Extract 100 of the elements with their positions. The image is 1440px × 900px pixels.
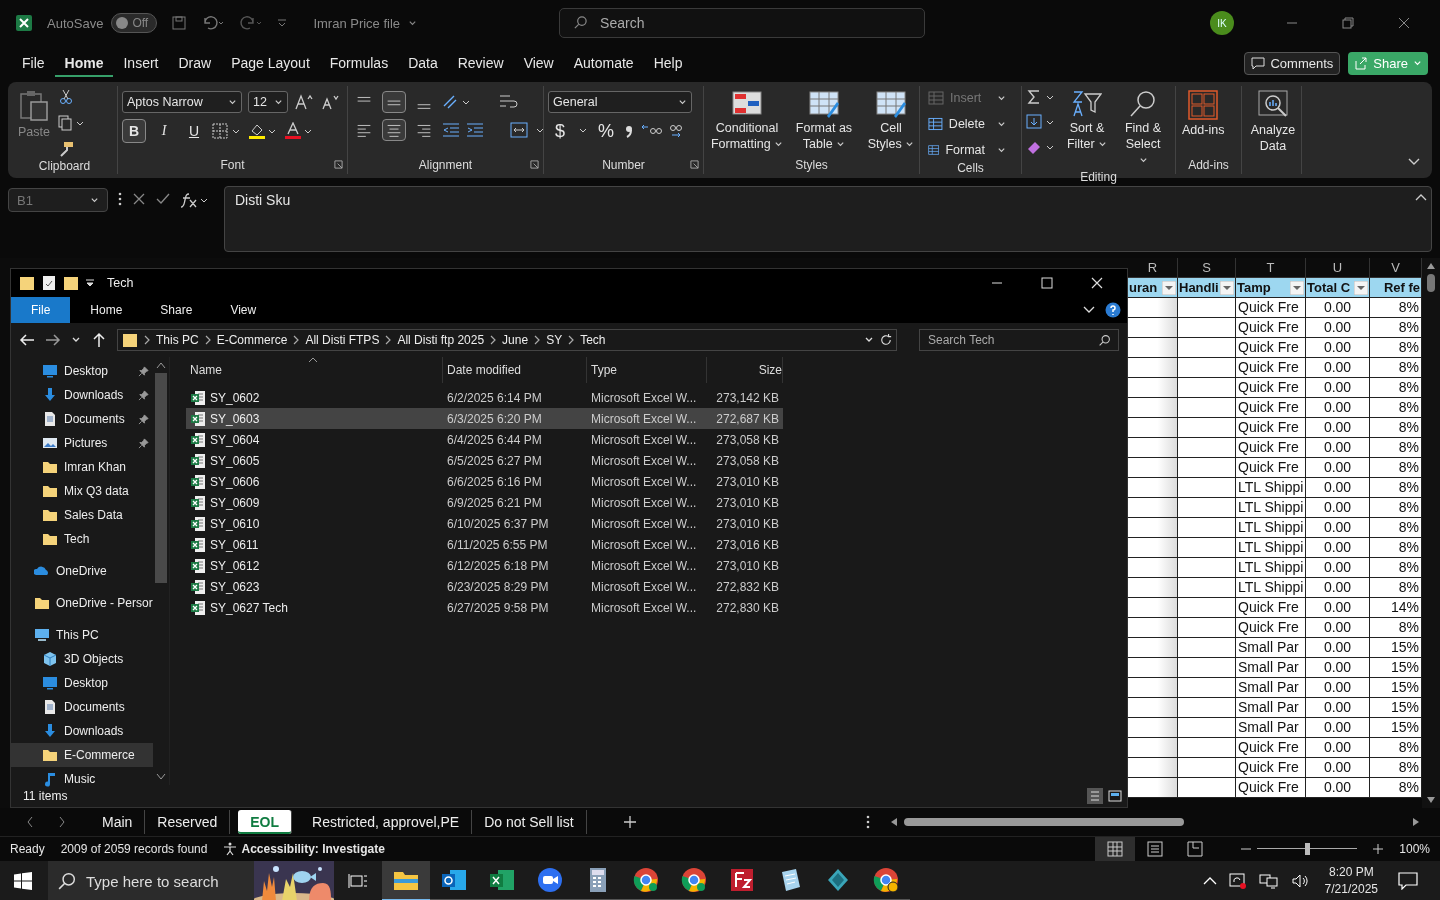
grow-font-icon[interactable] [294, 94, 314, 110]
name-box[interactable]: B1 [8, 188, 108, 212]
file-row[interactable]: SY_0606 6/6/2025 6:16 PM Microsoft Excel W... 273,010 KB [186, 471, 783, 492]
zoom-in-icon[interactable] [1373, 844, 1384, 854]
save-icon[interactable] [171, 15, 188, 31]
navigation-item[interactable]: Music [11, 767, 153, 791]
chevron-down-icon[interactable] [1083, 306, 1095, 314]
breadcrumb-item[interactable]: All Disti ftp 2025 [397, 333, 485, 347]
chevron-right-icon[interactable] [293, 335, 300, 345]
more-icon[interactable] [118, 192, 122, 206]
menu-tab[interactable]: Page Layout [221, 49, 320, 77]
column-header[interactable]: Date modified [443, 357, 587, 383]
menu-tab[interactable]: Insert [113, 49, 169, 77]
navigation-item[interactable]: Desktop [11, 671, 153, 695]
properties-icon[interactable] [41, 275, 57, 291]
restore-icon[interactable] [1342, 17, 1354, 29]
forward-arrow-icon[interactable] [45, 332, 61, 348]
font-size-dropdown[interactable]: 12 [248, 91, 288, 113]
document-title[interactable]: Imran Price file [313, 15, 401, 31]
vertical-scrollbar[interactable] [1422, 258, 1440, 808]
sort-caret-icon[interactable] [308, 357, 318, 363]
breadcrumb-item[interactable]: SY [546, 333, 563, 347]
shrink-font-icon[interactable] [320, 94, 340, 110]
style-button[interactable]: Conditional Formatting [708, 88, 786, 154]
comma-style-icon[interactable] [624, 123, 634, 139]
breadcrumb-item[interactable]: June [502, 333, 529, 347]
taskbar-search-field[interactable]: Type here to search [48, 861, 254, 900]
zoom-thumb[interactable] [1305, 843, 1311, 855]
menu-tab[interactable]: Review [447, 49, 514, 77]
italic-button[interactable]: I [152, 119, 176, 143]
pin-icon[interactable] [138, 365, 149, 377]
address-bar[interactable]: This PC E-Commerce All Disti FTPS All Disti ftp 2025 June SY Tech [117, 329, 897, 351]
menu-tab[interactable]: Automate [563, 49, 644, 77]
cancel-icon[interactable] [132, 192, 146, 206]
column-header[interactable]: Name [186, 357, 443, 383]
column-header[interactable]: Type [587, 357, 707, 383]
undo-icon[interactable] [201, 15, 226, 31]
speaker-icon[interactable] [1290, 873, 1311, 889]
borders-icon[interactable] [212, 123, 242, 139]
tiles-view-icon[interactable] [1107, 788, 1123, 804]
file-row[interactable]: SY_0627 Tech 6/27/2025 9:58 PM Microsoft Excel W... 272,830 KB [186, 597, 783, 618]
search-field[interactable]: Search Tech [919, 329, 1119, 351]
filter-dropdown-icon[interactable] [1162, 280, 1176, 295]
ribbon-tab[interactable]: View [212, 297, 275, 323]
merge-cells-icon[interactable] [510, 121, 546, 139]
navigation-item[interactable]: Downloads [11, 383, 153, 407]
menu-tab[interactable]: Home [54, 49, 114, 77]
navigation-item[interactable]: Desktop [11, 359, 153, 383]
filter-dropdown-icon[interactable] [1290, 280, 1304, 295]
add-sheet-icon[interactable] [622, 815, 637, 829]
vertical-align-icon[interactable] [382, 91, 406, 113]
previous-sheet-icon[interactable] [26, 816, 34, 828]
style-button[interactable]: Cell Styles [862, 88, 920, 154]
caret-icon[interactable] [678, 97, 687, 107]
scroll-left-icon[interactable] [890, 817, 898, 827]
file-row[interactable]: SY_0610 6/10/2025 6:37 PM Microsoft Excel W... 273,010 KB [186, 513, 783, 534]
clock-time[interactable]: 8:20 PM [1328, 864, 1374, 881]
file-row[interactable]: SY_0611 6/11/2025 6:55 PM Microsoft Excel W... 273,016 KB [186, 534, 783, 555]
sheet-tab[interactable]: Do not Sell list [472, 810, 587, 834]
percent-button[interactable]: % [594, 119, 618, 143]
clock-date[interactable]: 7/21/2025 [1324, 881, 1378, 898]
navigation-item[interactable]: This PC [11, 623, 153, 647]
scroll-up-icon[interactable] [1426, 262, 1436, 270]
number-format-dropdown[interactable]: General [548, 91, 692, 113]
scrollbar-thumb[interactable] [155, 373, 167, 583]
menu-tab[interactable]: Data [398, 49, 448, 77]
taskbar-app[interactable] [382, 861, 430, 900]
font-color-icon[interactable] [284, 122, 314, 140]
chevron-down-icon[interactable] [1408, 158, 1420, 166]
sheet-tab[interactable]: Restricted, approvel,PE [300, 810, 473, 834]
navigation-item[interactable]: Imran Khan [11, 455, 153, 479]
chevron-right-icon[interactable] [385, 335, 392, 345]
caret-icon[interactable] [90, 195, 99, 205]
file-row[interactable]: SY_0602 6/2/2025 6:14 PM Microsoft Excel W... 273,142 KB [186, 387, 783, 408]
dialog-launcher-icon[interactable] [334, 160, 343, 169]
accessibility-status[interactable]: Accessibility: Investigate [223, 842, 385, 856]
chevron-right-icon[interactable] [568, 335, 575, 345]
copy-icon[interactable] [57, 115, 84, 131]
navigation-item[interactable]: 3D Objects [11, 647, 153, 671]
ribbon-tab[interactable]: Home [72, 297, 141, 323]
file-row[interactable]: SY_0605 6/5/2025 6:27 PM Microsoft Excel W... 273,058 KB [186, 450, 783, 471]
column-header[interactable]: U [1306, 258, 1370, 278]
refresh-icon[interactable] [880, 334, 892, 346]
next-sheet-icon[interactable] [58, 816, 66, 828]
style-button[interactable]: Format as Table [792, 88, 856, 154]
scissors-icon[interactable] [57, 89, 74, 105]
dialog-launcher-icon[interactable] [530, 160, 539, 169]
caret-icon[interactable] [997, 119, 1006, 129]
back-arrow-icon[interactable] [19, 332, 35, 348]
wrap-text-icon[interactable] [498, 93, 518, 111]
user-avatar[interactable]: IK [1210, 11, 1234, 35]
scrollbar-thumb[interactable] [904, 818, 1184, 826]
caret-icon[interactable] [997, 145, 1006, 155]
column-header[interactable]: R [1128, 258, 1178, 278]
menu-tab[interactable]: Help [643, 49, 693, 77]
navigation-item[interactable]: Documents [11, 695, 153, 719]
navigation-item[interactable]: Mix Q3 data [11, 479, 153, 503]
navigation-item[interactable]: Pictures [11, 431, 153, 455]
zoom-level[interactable]: 100% [1399, 842, 1430, 856]
checkmark-icon[interactable] [156, 192, 170, 206]
